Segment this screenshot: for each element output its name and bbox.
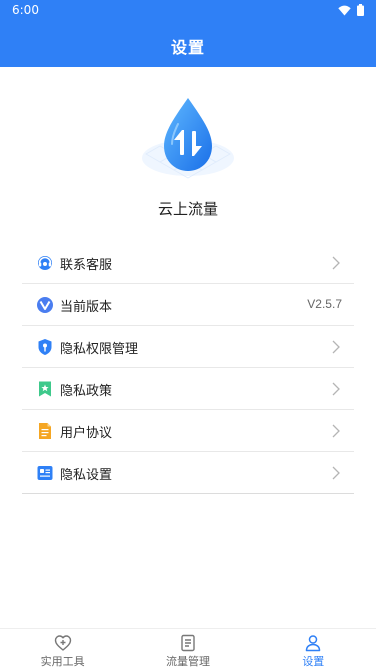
nav-item-traffic[interactable]: 流量管理 — [125, 629, 250, 669]
status-icons — [338, 4, 364, 16]
settings-row-user-agreement[interactable]: 用户协议 — [22, 410, 354, 452]
settings-list: 联系客服 当前版本 V2.5.7 隐私权限管理 隐私政策 用户协议 隐私设置 — [22, 242, 354, 494]
settings-row-label: 隐私政策 — [60, 384, 113, 399]
document-icon — [39, 423, 51, 439]
heart-plus-icon — [54, 635, 71, 651]
chevron-right-icon — [332, 340, 340, 354]
nav-label: 实用工具 — [40, 655, 85, 668]
settings-row-privacy-settings[interactable]: 隐私设置 — [22, 452, 354, 494]
nav-item-tools[interactable]: 实用工具 — [0, 629, 125, 669]
version-icon — [37, 297, 53, 313]
settings-row-version[interactable]: 当前版本 V2.5.7 — [22, 284, 354, 326]
app-name: 云上流量 — [157, 200, 218, 218]
nav-label: 设置 — [302, 655, 325, 668]
app-logo — [138, 94, 238, 186]
chevron-right-icon — [332, 382, 340, 396]
bookmark-star-icon — [39, 381, 51, 397]
nav-label: 流量管理 — [165, 655, 210, 668]
settings-row-privacy-permission[interactable]: 隐私权限管理 — [22, 326, 354, 368]
status-bar: 6:00 — [0, 0, 376, 22]
status-time: 6:00 — [12, 3, 39, 17]
wifi-icon — [338, 5, 351, 15]
shield-key-icon — [38, 339, 52, 355]
id-card-icon — [37, 466, 53, 480]
water-drop-logo-icon — [142, 98, 234, 179]
app-bar: 设置 — [0, 22, 376, 67]
page-title: 设置 — [170, 38, 205, 57]
chevron-right-icon — [332, 424, 340, 438]
customer-service-icon — [38, 256, 52, 270]
version-value: V2.5.7 — [307, 297, 342, 311]
settings-row-label: 用户协议 — [60, 426, 113, 441]
settings-row-label: 隐私设置 — [60, 468, 113, 483]
settings-row-label: 隐私权限管理 — [60, 342, 139, 357]
settings-row-label: 联系客服 — [60, 258, 113, 273]
bottom-nav: 实用工具 流量管理 设置 — [0, 628, 376, 669]
nav-item-settings[interactable]: 设置 — [251, 629, 376, 669]
settings-row-privacy-policy[interactable]: 隐私政策 — [22, 368, 354, 410]
chevron-right-icon — [332, 466, 340, 480]
chevron-right-icon — [332, 256, 340, 270]
user-icon — [306, 635, 321, 652]
settings-row-customer-service[interactable]: 联系客服 — [22, 242, 354, 284]
battery-icon — [357, 4, 364, 16]
settings-row-label: 当前版本 — [60, 300, 113, 315]
list-doc-icon — [181, 634, 195, 652]
